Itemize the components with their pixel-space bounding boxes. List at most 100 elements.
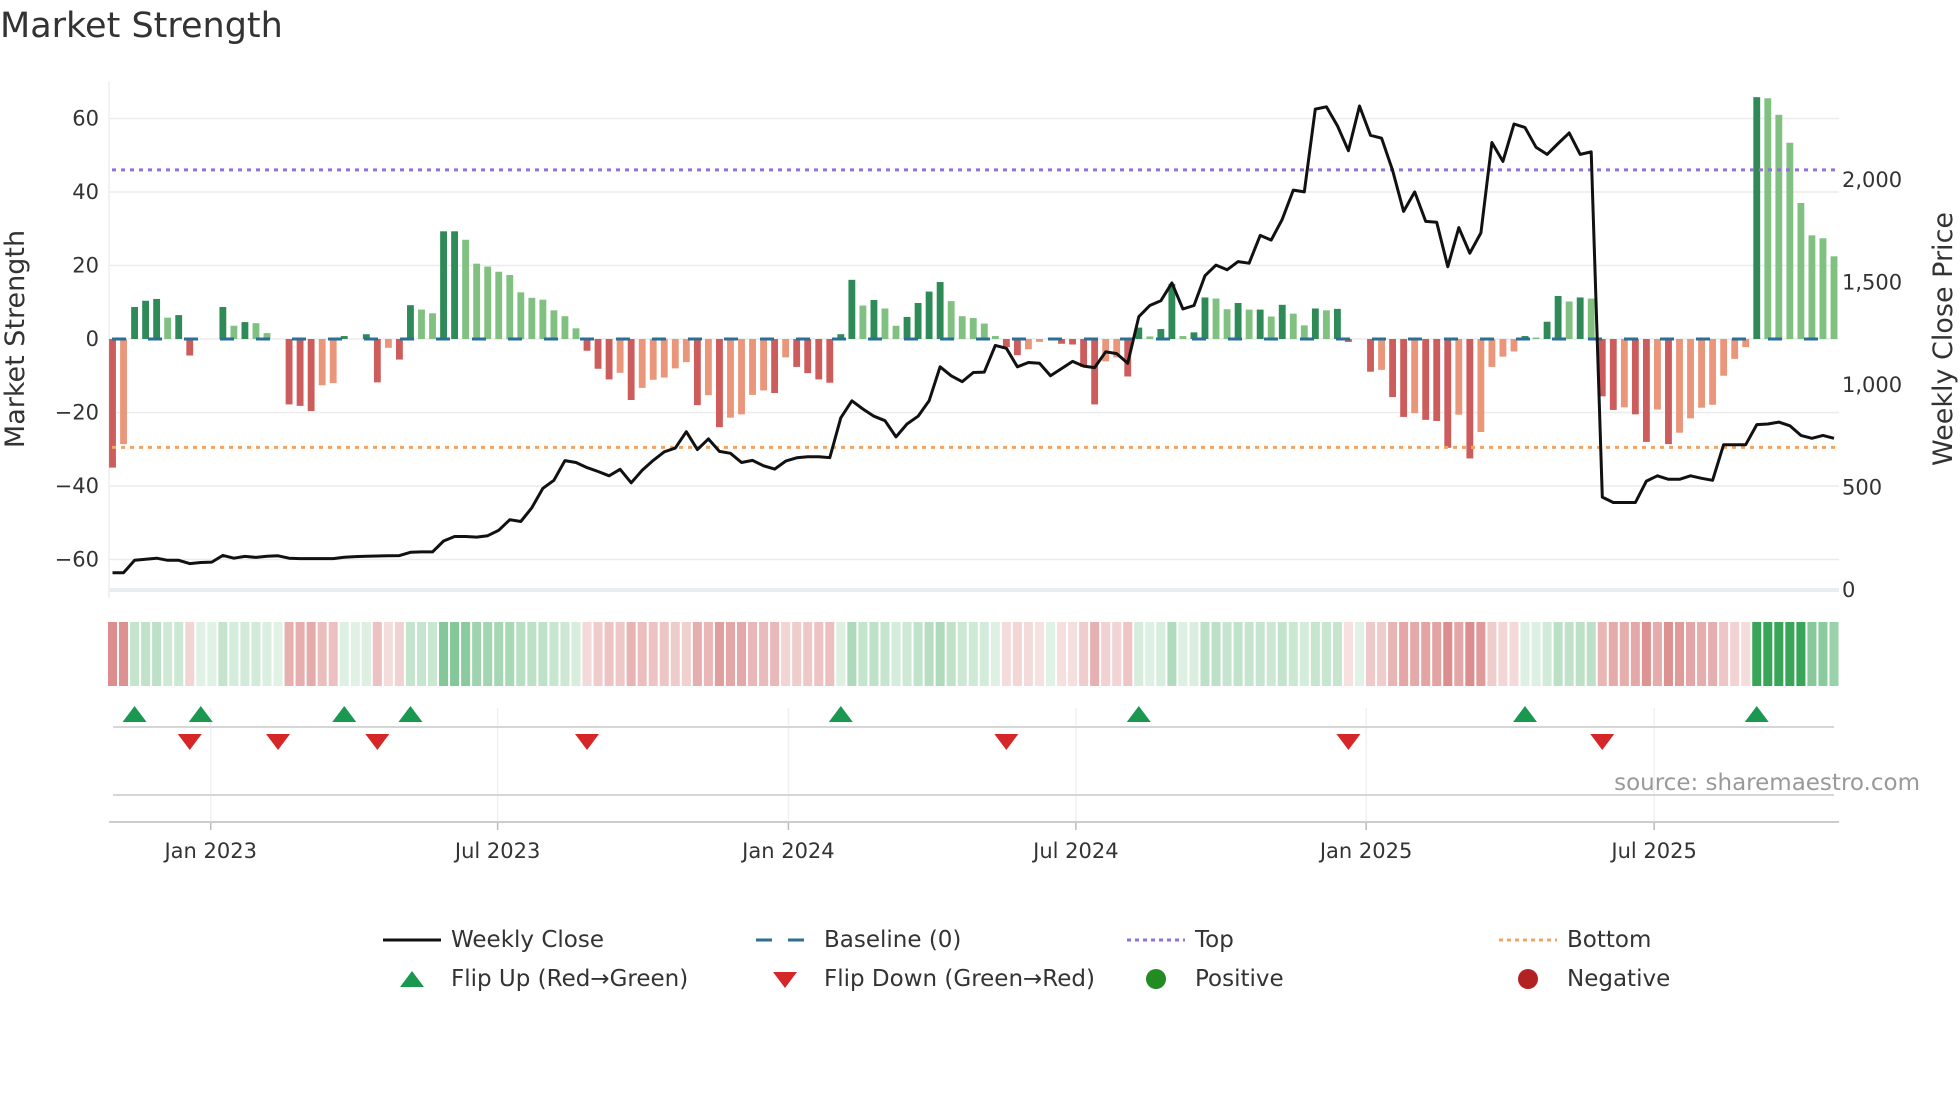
legend-item: Bottom	[1497, 925, 1651, 955]
positive-bar	[903, 316, 911, 339]
strength-strip-cell	[1377, 622, 1387, 686]
flip-down-marker	[1336, 734, 1361, 750]
positive-bar	[859, 305, 867, 339]
strength-strip-cell	[615, 622, 625, 686]
strength-strip-cell	[1719, 622, 1729, 686]
positive-bar	[870, 300, 878, 339]
strength-strip-cell	[582, 622, 592, 686]
strength-strip-cell	[383, 622, 393, 686]
strength-strip-cell	[1222, 622, 1232, 686]
negative-bar	[1002, 338, 1010, 348]
strength-strip-cell	[1101, 622, 1111, 686]
positive-bar	[958, 316, 966, 339]
strength-strip-cell	[736, 622, 747, 686]
strength-strip-cell	[141, 622, 151, 686]
strength-strip-cell	[229, 622, 239, 686]
dashed-line-icon	[756, 938, 814, 942]
x-tick-label: Jul 2025	[1609, 839, 1696, 863]
strength-strip-cell	[516, 622, 526, 686]
strength-strip-cell	[759, 622, 769, 686]
strength-strip-cell	[483, 622, 493, 686]
strength-strip-cell	[1211, 622, 1221, 686]
strength-strip-cell	[1774, 622, 1784, 686]
negative-bar	[760, 338, 768, 391]
legend-label: Flip Down (Green→Red)	[824, 966, 1095, 992]
strength-strip-cell	[1432, 622, 1442, 686]
strength-strip-cell	[1354, 622, 1365, 686]
negative-bar	[1676, 338, 1683, 433]
strength-strip-cell	[1542, 622, 1552, 686]
strength-strip-cell	[174, 622, 184, 686]
strength-strip-cell	[1299, 622, 1309, 686]
negative-bar	[1466, 338, 1474, 459]
strength-strip-cell	[902, 622, 912, 686]
strength-strip-cell	[1255, 622, 1265, 686]
strength-strip-cell	[1498, 622, 1508, 686]
y2-tick-label: 0	[1842, 578, 1855, 602]
strength-strip-cell	[1586, 622, 1596, 686]
negative-bar	[1102, 338, 1110, 362]
positive-bar	[892, 325, 900, 339]
strength-strip-cell	[1266, 622, 1276, 686]
negative-bar	[704, 338, 712, 396]
positive-bar	[1587, 298, 1595, 339]
negative-bar	[660, 338, 668, 378]
y-tick-label: 40	[72, 180, 99, 204]
negative-bar	[1378, 338, 1385, 370]
positive-bar	[1289, 313, 1297, 339]
market-strength-chart: 60 40 20 0 −20 −40 −60 2,000 1,500 1,000 500 0 Marke…	[0, 81, 1959, 863]
strength-strip-cell	[1167, 622, 1177, 686]
y2-tick-label: 2,000	[1842, 168, 1902, 192]
dotted-line-icon	[1127, 938, 1185, 942]
strength-strip-cell	[979, 622, 989, 686]
strength-strip-cell	[714, 622, 724, 686]
strength-strip-cell	[1741, 622, 1751, 686]
positive-bar	[153, 298, 161, 339]
negative-bar	[1389, 338, 1397, 398]
flip-up-marker	[828, 706, 853, 722]
strength-strip-cell	[1233, 622, 1243, 686]
y-axis-title: Market Strength	[0, 230, 31, 448]
flip-down-marker	[266, 734, 291, 750]
strength-strip-cell	[604, 622, 614, 686]
strength-strip-cell	[306, 622, 316, 686]
negative-bar	[1709, 338, 1717, 405]
positive-bar	[164, 317, 172, 339]
strength-strip-cell	[1807, 622, 1817, 686]
positive-bar	[1201, 297, 1209, 339]
strength-strip-cell	[372, 622, 382, 686]
positive-bar	[1753, 97, 1761, 339]
positive-bar	[241, 322, 249, 339]
strength-strip-cell	[1023, 622, 1033, 686]
strength-strip-cell	[814, 622, 824, 686]
positive-bar	[1775, 114, 1783, 339]
strength-strip-cell	[1178, 622, 1188, 686]
negative-bar	[186, 338, 194, 356]
strength-strip-cell	[1034, 622, 1044, 686]
strength-strip-cell	[1597, 622, 1607, 686]
strength-strip-cell	[1321, 622, 1331, 686]
positive-bar	[1234, 302, 1242, 339]
strength-strip-cell	[361, 622, 371, 686]
negative-bar	[296, 338, 304, 406]
negative-bar	[1654, 338, 1661, 410]
legend-label: Flip Up (Red→Green)	[451, 966, 689, 992]
flip-up-marker	[1513, 706, 1538, 722]
strength-strip-cell	[538, 622, 548, 686]
strength-strip-cell	[1156, 622, 1166, 686]
strength-strip-cell	[1123, 622, 1133, 686]
strength-strip-cell	[494, 622, 504, 686]
strength-strip-cell	[968, 622, 978, 686]
legend-label: Negative	[1567, 966, 1671, 992]
strength-strip-cell	[681, 622, 691, 686]
strength-strip-cell	[659, 622, 669, 686]
negative-bar	[815, 338, 823, 380]
strength-strip-cell	[1641, 622, 1651, 686]
flip-up-marker	[1744, 706, 1769, 722]
legend-item: Baseline (0)	[754, 925, 961, 955]
strength-strip-cell	[1454, 622, 1464, 686]
strength-strip-cell	[626, 622, 636, 686]
strength-strip-cell	[428, 622, 438, 686]
strength-strip-cell	[1343, 622, 1353, 686]
negative-bar	[1488, 338, 1496, 367]
